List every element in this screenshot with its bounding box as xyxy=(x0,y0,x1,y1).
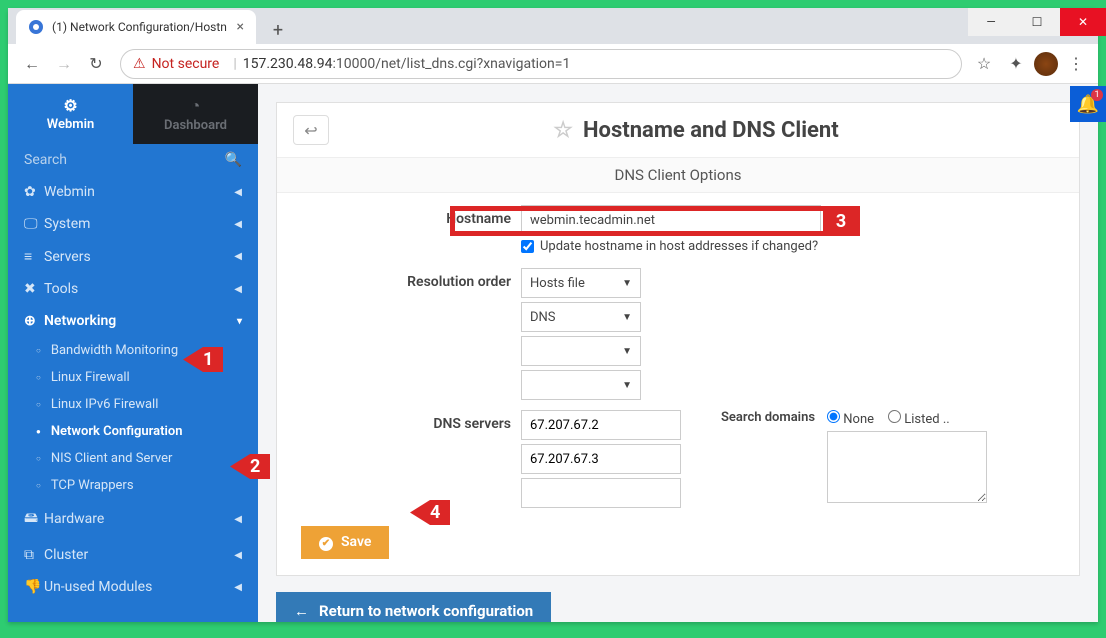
main-content: ↩ ☆ Hostname and DNS Client DNS Client O… xyxy=(258,84,1098,622)
nav-hardware[interactable]: 🖴Hardware◀ xyxy=(8,499,258,539)
search-domains-label: Search domains xyxy=(721,410,815,425)
system-icon: 🖵 xyxy=(24,216,44,232)
nav-forward-button[interactable]: → xyxy=(48,48,80,80)
dropdown-icon: ▼ xyxy=(622,380,632,391)
window-close[interactable]: ✕ xyxy=(1060,8,1106,36)
resolution-select-2[interactable]: DNS▼ xyxy=(521,302,641,332)
window-minimize[interactable]: — xyxy=(968,8,1014,36)
star-icon[interactable]: ☆ xyxy=(553,118,573,143)
update-hostname-label: Update hostname in host addresses if cha… xyxy=(540,239,818,254)
return-button[interactable]: ← Return to network configuration xyxy=(276,592,551,623)
unused-icon: 👎 xyxy=(24,579,44,595)
sub-tcp-wrappers[interactable]: TCP Wrappers xyxy=(8,472,258,499)
sidebar-search-input[interactable] xyxy=(24,152,225,168)
url-path: :10000/net/list_dns.cgi?xnavigation=1 xyxy=(333,56,571,72)
chevron-left-icon: ◀ xyxy=(234,187,242,198)
hardware-icon: 🖴 xyxy=(24,507,44,531)
chevron-down-icon: ▾ xyxy=(237,316,242,327)
resolution-select-1[interactable]: Hosts file▼ xyxy=(521,268,641,298)
section-title: DNS Client Options xyxy=(277,157,1079,193)
gear-icon: ✿ xyxy=(24,184,44,200)
dashboard-icon: ◔ xyxy=(191,96,201,116)
cluster-icon: ⧉ xyxy=(24,547,44,563)
resolution-select-4[interactable]: ▼ xyxy=(521,370,641,400)
search-domains-textarea[interactable] xyxy=(827,431,987,503)
chevron-left-icon: ◀ xyxy=(234,251,242,262)
dropdown-icon: ▼ xyxy=(622,312,632,323)
update-hostname-checkbox[interactable] xyxy=(521,240,534,253)
extensions-icon[interactable]: ✦ xyxy=(1002,50,1030,78)
nav-networking[interactable]: ⊕Networking▾ xyxy=(8,305,258,337)
panel: ↩ ☆ Hostname and DNS Client DNS Client O… xyxy=(276,102,1080,576)
nav-reload-button[interactable]: ↻ xyxy=(80,48,112,80)
dns-server-input-1[interactable]: 67.207.67.2 xyxy=(521,410,681,440)
tab-title: (1) Network Configuration/Hostn xyxy=(52,20,227,34)
sidebar-tab-dashboard[interactable]: ◔ Dashboard xyxy=(133,84,258,144)
sub-nis[interactable]: NIS Client and Server xyxy=(8,445,258,472)
networking-icon: ⊕ xyxy=(24,313,44,329)
nav-servers[interactable]: ≡Servers◀ xyxy=(8,240,258,273)
dns-server-input-3[interactable] xyxy=(521,478,681,508)
search-listed-radio[interactable]: Listed .. xyxy=(888,410,950,427)
servers-icon: ≡ xyxy=(24,248,44,265)
annotation-3-box xyxy=(450,206,860,236)
dns-server-input-2[interactable]: 67.207.67.3 xyxy=(521,444,681,474)
url-host: 157.230.48.94 xyxy=(243,56,333,72)
tab-bar: (1) Network Configuration/Hostn × + xyxy=(8,8,1098,44)
sub-linux-ipv6[interactable]: Linux IPv6 Firewall xyxy=(8,391,258,418)
tools-icon: ✖ xyxy=(24,281,44,297)
nav-tools[interactable]: ✖Tools◀ xyxy=(8,273,258,305)
sub-network-config[interactable]: Network Configuration xyxy=(8,418,258,445)
dropdown-icon: ▼ xyxy=(622,278,632,289)
resolution-select-3[interactable]: ▼ xyxy=(521,336,641,366)
new-tab-button[interactable]: + xyxy=(264,16,292,44)
address-input[interactable]: ⚠ Not secure | 157.230.48.94 :10000/net/… xyxy=(120,49,962,79)
save-button[interactable]: Save xyxy=(301,526,389,559)
annotation-3: 3 xyxy=(823,207,859,235)
arrow-left-icon: ← xyxy=(294,602,309,620)
nav-webmin[interactable]: ✿Webmin◀ xyxy=(8,176,258,208)
panel-back-button[interactable]: ↩ xyxy=(293,115,329,145)
profile-avatar[interactable] xyxy=(1034,52,1058,76)
search-none-radio[interactable]: None xyxy=(827,410,874,427)
nav-cluster[interactable]: ⧉Cluster◀ xyxy=(8,539,258,571)
dropdown-icon: ▼ xyxy=(622,346,632,357)
browser-tab[interactable]: (1) Network Configuration/Hostn × xyxy=(16,10,256,44)
chevron-left-icon: ◀ xyxy=(234,550,242,561)
notif-badge: 1 xyxy=(1091,89,1103,101)
page-title: ☆ Hostname and DNS Client xyxy=(329,118,1063,143)
resolution-label: Resolution order xyxy=(301,268,521,290)
webmin-icon: ⚙ xyxy=(63,96,77,115)
warning-icon: ⚠ xyxy=(133,56,146,72)
nav-unused[interactable]: 👎Un-used Modules◀ xyxy=(8,571,258,603)
window-maximize[interactable]: ☐ xyxy=(1014,8,1060,36)
bookmark-star-icon[interactable]: ☆ xyxy=(970,50,998,78)
chevron-left-icon: ◀ xyxy=(234,582,242,593)
check-icon xyxy=(319,534,333,551)
chrome-menu-icon[interactable]: ⋮ xyxy=(1062,50,1090,78)
sidebar-tab-webmin[interactable]: ⚙ Webmin xyxy=(8,84,133,144)
chevron-left-icon: ◀ xyxy=(234,514,242,525)
dns-servers-label: DNS servers xyxy=(301,410,521,432)
chevron-left-icon: ◀ xyxy=(234,284,242,295)
search-icon[interactable]: 🔍 xyxy=(225,152,242,168)
chevron-left-icon: ◀ xyxy=(234,219,242,230)
address-bar: ← → ↻ ⚠ Not secure | 157.230.48.94 :1000… xyxy=(8,44,1098,84)
not-secure-warning[interactable]: ⚠ Not secure xyxy=(133,56,219,72)
close-tab-icon[interactable]: × xyxy=(237,19,244,35)
nav-system[interactable]: 🖵System◀ xyxy=(8,208,258,240)
favicon-icon xyxy=(28,19,44,35)
nav-back-button[interactable]: ← xyxy=(16,48,48,80)
notifications-button[interactable]: 🔔 1 xyxy=(1070,86,1106,122)
